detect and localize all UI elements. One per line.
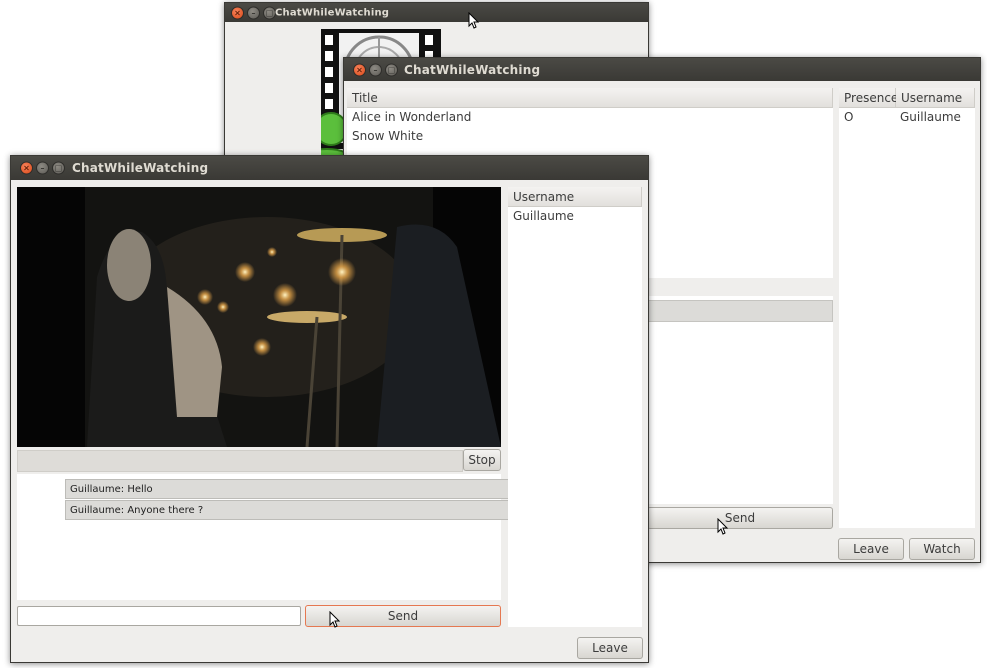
selected-row bbox=[647, 300, 833, 322]
username-column-header[interactable]: Username bbox=[508, 187, 642, 207]
minimize-icon[interactable]: – bbox=[36, 161, 49, 175]
close-icon[interactable]: × bbox=[353, 63, 366, 76]
presence-list[interactable]: Presence Username O Guillaume bbox=[839, 88, 975, 528]
leave-button[interactable]: Leave bbox=[577, 637, 643, 659]
close-icon[interactable]: × bbox=[20, 161, 33, 175]
video-player[interactable] bbox=[17, 187, 501, 447]
message-input[interactable] bbox=[17, 606, 301, 626]
front-window: × – □ ChatWhileWatching Stop Guillaume: … bbox=[10, 155, 649, 663]
window-title: ChatWhileWatching bbox=[275, 7, 390, 18]
seek-bar[interactable] bbox=[17, 450, 463, 472]
maximize-icon[interactable]: □ bbox=[52, 161, 65, 175]
leave-button[interactable]: Leave bbox=[838, 538, 904, 560]
close-icon[interactable]: × bbox=[231, 6, 244, 19]
maximize-icon[interactable]: □ bbox=[385, 63, 398, 76]
video-row[interactable]: Alice in Wonderland bbox=[352, 110, 471, 124]
front-window-titlebar[interactable]: × – □ ChatWhileWatching bbox=[11, 156, 648, 180]
chat-message: Guillaume: Hello bbox=[65, 479, 509, 499]
window-title: ChatWhileWatching bbox=[72, 161, 209, 175]
chat-message: Guillaume: Anyone there ? bbox=[65, 500, 509, 520]
presence-column-header[interactable]: Presence bbox=[839, 88, 898, 108]
minimize-icon[interactable]: – bbox=[247, 6, 260, 19]
video-row[interactable]: Snow White bbox=[352, 129, 423, 143]
username-cell[interactable]: Guillaume bbox=[513, 209, 574, 223]
mouse-cursor-icon bbox=[717, 518, 729, 535]
stop-button[interactable]: Stop bbox=[463, 449, 501, 471]
user-list[interactable]: Username Guillaume bbox=[508, 187, 642, 627]
mouse-cursor-icon bbox=[329, 611, 341, 628]
username-cell[interactable]: Guillaume bbox=[900, 110, 961, 124]
window-title: ChatWhileWatching bbox=[404, 62, 541, 77]
middle-window-titlebar[interactable]: × – □ ChatWhileWatching bbox=[344, 58, 980, 81]
username-column-header[interactable]: Username bbox=[896, 88, 975, 108]
back-window-titlebar[interactable]: × – □ ChatWhileWatching bbox=[225, 3, 648, 22]
presence-cell: O bbox=[844, 110, 854, 124]
mouse-cursor-icon bbox=[468, 12, 480, 29]
watch-button[interactable]: Watch bbox=[909, 538, 975, 560]
title-column-header[interactable]: Title bbox=[347, 88, 833, 108]
send-button[interactable]: Send bbox=[647, 507, 833, 529]
chat-area bbox=[647, 296, 833, 504]
minimize-icon[interactable]: – bbox=[369, 63, 382, 76]
